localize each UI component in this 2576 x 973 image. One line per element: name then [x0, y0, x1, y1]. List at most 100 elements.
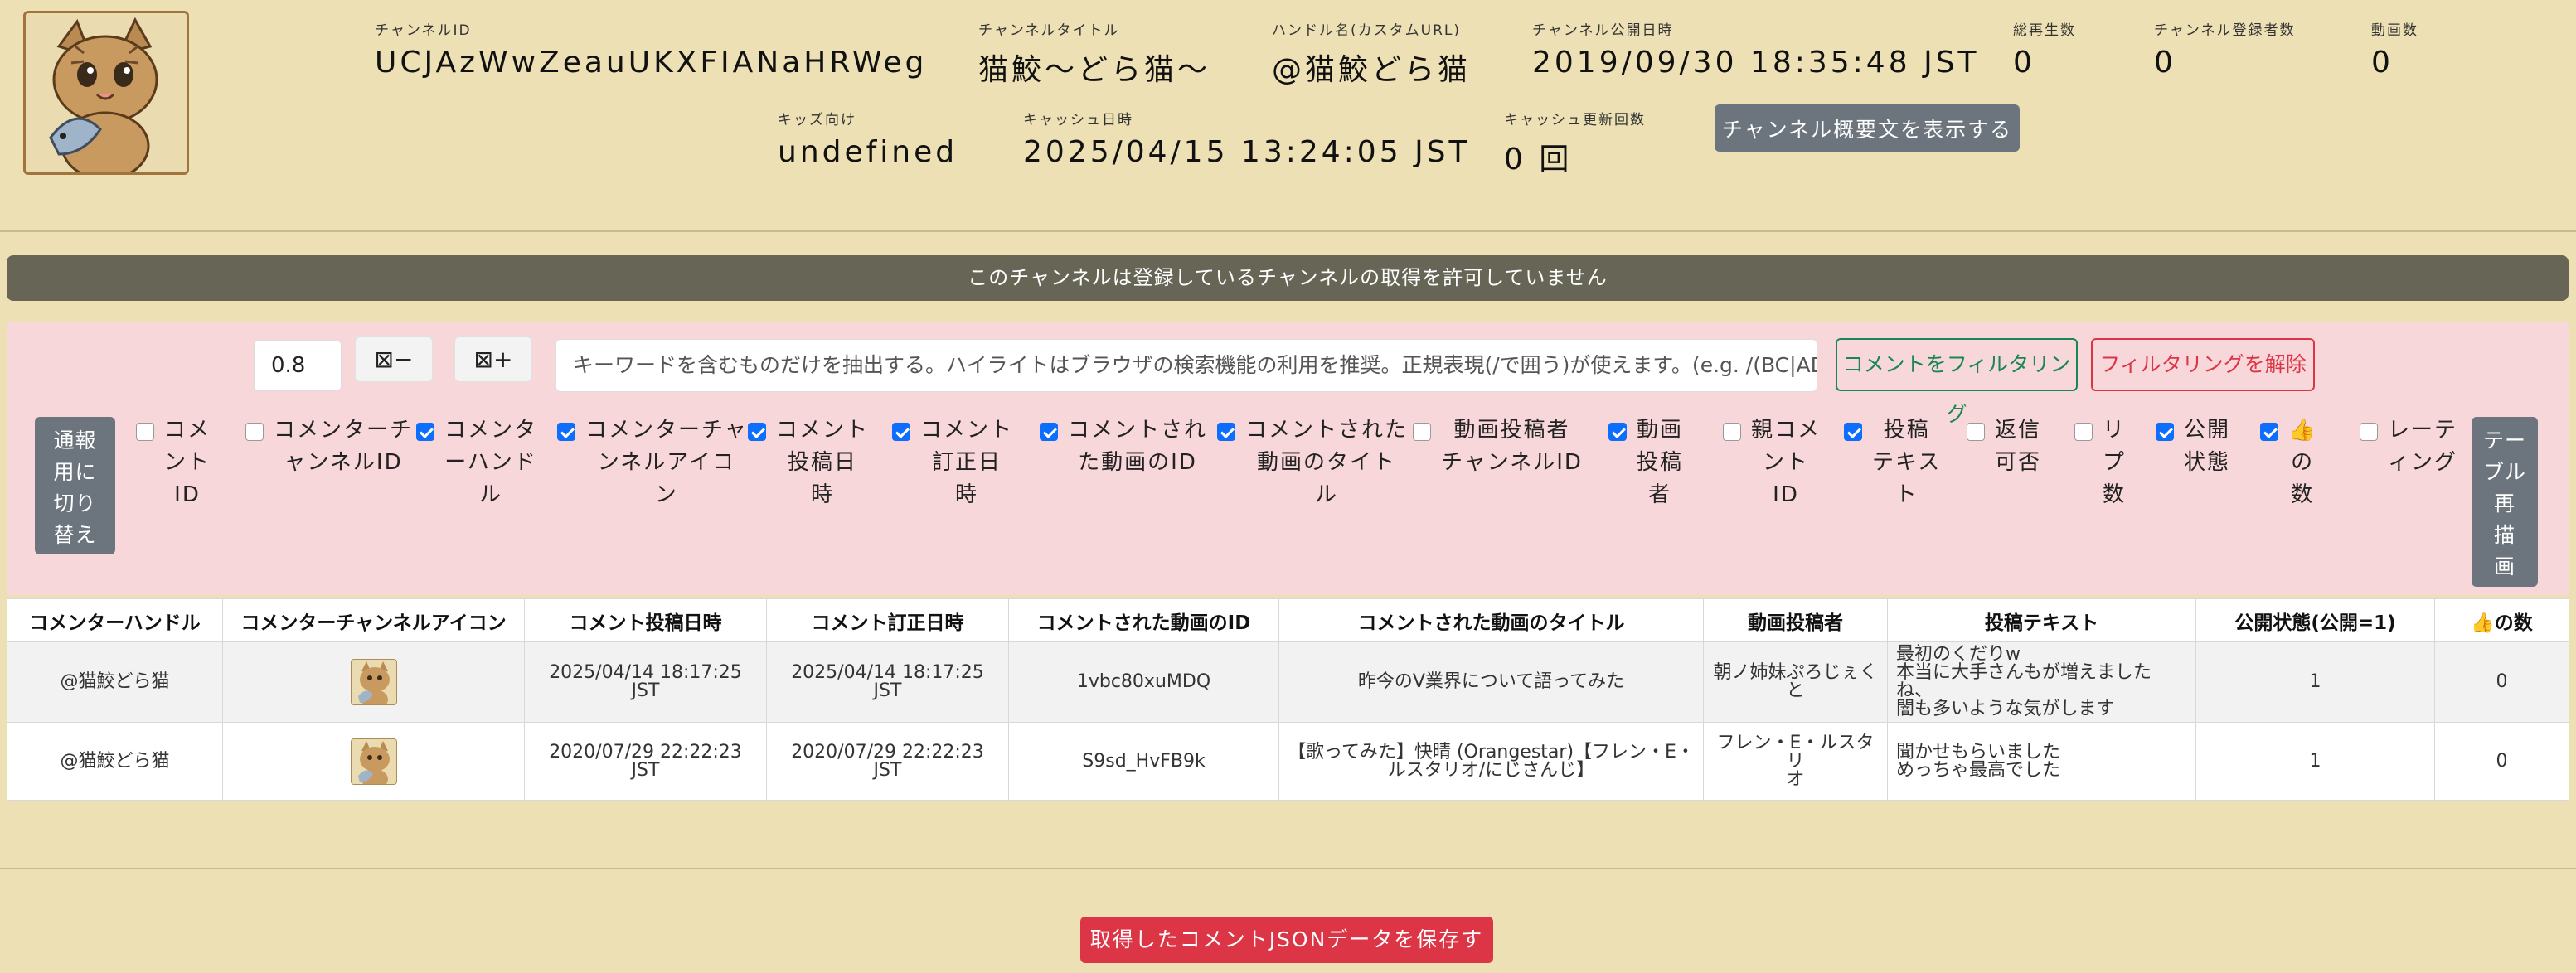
- column-toggle-checkbox[interactable]: コメント 投稿日時: [748, 418, 869, 511]
- checkbox-input[interactable]: [1608, 423, 1627, 441]
- column-toggle-label-line: レーテ: [2388, 418, 2458, 443]
- column-toggle-checkbox[interactable]: 返信 可否: [1967, 418, 2041, 479]
- column-toggle-label-line: ル: [1315, 482, 1339, 507]
- report-mode-line: 用に: [53, 460, 97, 484]
- column-toggle-label-line: た動画のID: [1078, 450, 1197, 475]
- likes-cell: 0: [2434, 722, 2569, 801]
- column-toggle-checkbox[interactable]: レーテ ィング: [2360, 418, 2457, 479]
- column-header[interactable]: コメント訂正日時: [766, 598, 1009, 642]
- comment-text-cell: 聞かせもらいました めっちゃ最高でした: [1887, 722, 2196, 801]
- video-title-line: 昨今のV業界について語ってみた: [1357, 671, 1625, 692]
- column-toggle-label-line: 訂正日: [932, 450, 1002, 475]
- column-toggle-checkbox[interactable]: コメンターチャ ンネルアイコン: [557, 418, 748, 511]
- comment-text-line: 聞かせもらいました: [1896, 741, 2061, 762]
- column-toggle-label: 親コメ ント ID: [1751, 414, 1821, 511]
- uploader-cell: 朝ノ姉妹ぷろじぇくと: [1703, 641, 1888, 723]
- checkbox-input[interactable]: [2156, 423, 2174, 441]
- column-toggle-label: コメンターチャ ンネルアイコン: [585, 414, 748, 511]
- video-title-cell[interactable]: 【歌ってみた】快晴 (Orangestar)【フレン・E・ ルスタリオ/にじさんじ…: [1278, 722, 1704, 801]
- checkbox-input[interactable]: [557, 423, 575, 441]
- edited-tz: JST: [873, 680, 902, 701]
- column-toggle-label-line: リ: [2103, 418, 2127, 443]
- checkbox-input[interactable]: [1413, 423, 1431, 441]
- video-id-cell[interactable]: 1vbc80xuMDQ: [1008, 641, 1279, 723]
- column-header[interactable]: コメントされた動画のタイトル: [1278, 598, 1704, 642]
- column-toggle-checkbox[interactable]: 親コメ ント ID: [1723, 418, 1821, 511]
- zoom-input[interactable]: 0.8: [254, 340, 342, 391]
- column-toggle-label-line: 動画: [1637, 418, 1684, 443]
- channel-id-label: チャンネルID: [375, 22, 472, 39]
- checkbox-input[interactable]: [1844, 423, 1862, 441]
- header-divider: [0, 230, 2576, 232]
- column-header[interactable]: コメンターチャンネルアイコン: [222, 598, 525, 642]
- checkbox-input[interactable]: [748, 423, 766, 441]
- save-json-button[interactable]: 取得したコメントJSONデータを保存する: [1080, 917, 1493, 963]
- column-toggle-checkbox[interactable]: コメンターチ ャンネルID: [245, 418, 413, 479]
- column-header[interactable]: コメンターハンドル: [7, 598, 223, 642]
- column-toggle-checkbox[interactable]: 動画 投稿者: [1608, 418, 1683, 511]
- column-toggle-checkbox[interactable]: コメ ント ID: [136, 418, 211, 511]
- zoom-in-button[interactable]: ⊠+: [454, 336, 532, 382]
- column-toggle-checkbox[interactable]: コメンタ ーハンドル: [416, 418, 537, 511]
- column-toggle-checkbox[interactable]: コメントされ た動画のID: [1040, 418, 1207, 479]
- uploader-line: フレン・E・ルスタリ: [1716, 732, 1875, 772]
- checkbox-input[interactable]: [136, 423, 154, 441]
- checkbox-input[interactable]: [892, 423, 910, 441]
- cat-avatar-image: [26, 13, 187, 172]
- checkbox-input[interactable]: [2260, 423, 2278, 441]
- column-toggle-checkbox[interactable]: 投稿 テキスト: [1844, 418, 1941, 511]
- checkbox-input[interactable]: [2074, 423, 2093, 441]
- filter-comments-button[interactable]: コメントをフィルタリング: [1836, 338, 2078, 426]
- checkbox-input[interactable]: [1723, 423, 1741, 441]
- commenter-avatar[interactable]: [350, 659, 397, 705]
- zoom-out-button[interactable]: ⊠−: [355, 336, 433, 382]
- column-toggle-label-line: コメンタ: [444, 418, 538, 443]
- column-toggle-label-line: 動画投稿者: [1453, 418, 1570, 443]
- redraw-line: 描: [2493, 523, 2515, 547]
- column-header[interactable]: 動画投稿者: [1703, 598, 1888, 642]
- published-value: 2019/09/30 18:35:48 JST: [1532, 46, 1980, 80]
- checkbox-input[interactable]: [245, 423, 264, 441]
- column-toggle-label-line: 時: [811, 482, 835, 507]
- column-toggle-label: 👍 の数: [2288, 414, 2316, 511]
- comment-text-line: 本当に大手さんもが増えましたね、: [1896, 662, 2152, 701]
- column-toggle-label-line: ル: [479, 482, 503, 507]
- column-header[interactable]: 👍の数: [2434, 598, 2569, 642]
- column-header[interactable]: コメントされた動画のID: [1008, 598, 1279, 642]
- show-description-button[interactable]: チャンネル概要文を表示する: [1715, 104, 2020, 152]
- video-title-cell[interactable]: 昨今のV業界について語ってみた: [1278, 641, 1704, 723]
- channel-avatar: [23, 11, 189, 175]
- column-toggle-checkbox[interactable]: コメント 訂正日時: [892, 418, 1013, 511]
- column-toggle-label-line: 動画のタイト: [1257, 450, 1397, 475]
- column-toggle-label-line: ント: [1763, 450, 1810, 475]
- report-mode-toggle-button[interactable]: 通報 用に 切り 替え: [35, 417, 115, 554]
- keyword-filter-input[interactable]: キーワードを含むものだけを抽出する。ハイライトはブラウザの検索機能の利用を推奨。…: [555, 339, 1817, 392]
- column-header[interactable]: 投稿テキスト: [1887, 598, 2196, 642]
- video-id-cell[interactable]: S9sd_HvFB9k: [1008, 722, 1279, 801]
- redraw-table-button[interactable]: テー ブル 再 描 画: [2472, 417, 2538, 587]
- report-mode-line: 通報: [53, 428, 97, 453]
- checkbox-input[interactable]: [1967, 423, 1985, 441]
- comment-text-line: 最初のくだりw: [1896, 644, 2021, 665]
- checkbox-input[interactable]: [2360, 423, 2378, 441]
- column-header[interactable]: 公開状態(公開=1): [2195, 598, 2435, 642]
- public-status-cell: 1: [2195, 722, 2435, 801]
- kids-label: キッズ向け: [778, 112, 856, 128]
- checkbox-input[interactable]: [1040, 423, 1058, 441]
- footer-divider: [0, 868, 2576, 869]
- column-toggle-checkbox[interactable]: 公開 状態: [2156, 418, 2230, 479]
- permission-notice: このチャンネルは登録しているチャンネルの取得を許可していません: [7, 255, 2569, 301]
- checkbox-input[interactable]: [1217, 423, 1235, 441]
- column-header[interactable]: コメント投稿日時: [524, 598, 767, 642]
- column-toggle-checkbox[interactable]: 👍 の数: [2260, 418, 2316, 511]
- column-toggle-checkbox[interactable]: リプ数: [2074, 418, 2126, 511]
- checkbox-input[interactable]: [416, 423, 434, 441]
- column-toggle-checkbox[interactable]: コメントされた 動画のタイトル: [1217, 418, 1408, 511]
- commenter-avatar[interactable]: [350, 738, 397, 785]
- column-toggle-label-line: 公開: [2184, 418, 2231, 443]
- column-toggle-label-line: ン: [654, 482, 678, 507]
- column-toggle-checkbox[interactable]: 動画投稿者 チャンネルID: [1413, 418, 1583, 479]
- videos-value: 0: [2371, 46, 2394, 80]
- posted-cell: 2025/04/14 18:17:25 JST: [524, 641, 767, 723]
- clear-filter-button[interactable]: フィルタリングを解除: [2091, 338, 2315, 391]
